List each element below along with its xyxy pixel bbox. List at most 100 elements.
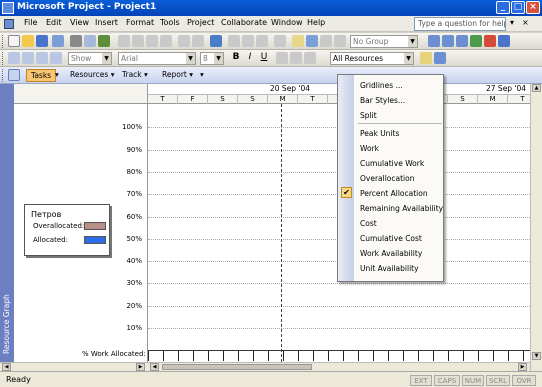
bold-icon[interactable]: B [230,52,242,64]
scroll-up-icon[interactable]: ▲ [532,84,541,92]
font-combo[interactable]: Arial ▼ [118,52,196,65]
align-center-icon[interactable] [290,52,302,64]
align-left-icon[interactable] [276,52,288,64]
scroll-left-icon[interactable]: ◀ [150,363,159,371]
notes-icon[interactable] [292,35,304,47]
spelling-icon[interactable] [98,35,110,47]
status-bar: Ready EXT CAPS NUM SCRL OVR [0,371,542,387]
size-combo[interactable]: 8 ▼ [200,52,224,65]
ctx-bar-styles[interactable]: Bar Styles... [338,92,443,107]
menu-edit[interactable]: Edit [46,18,62,27]
ctx-gridlines[interactable]: Gridlines ... [338,77,443,92]
redo-icon[interactable] [192,35,204,47]
indent-icon[interactable] [22,52,34,64]
toolbar-grip[interactable] [2,35,5,48]
scroll-right-icon[interactable]: ▶ [518,363,527,371]
options-icon[interactable] [498,35,510,47]
task-info-icon[interactable] [274,35,286,47]
align-right-icon[interactable] [304,52,316,64]
menu-project[interactable]: Project [187,18,214,27]
autofilter-icon[interactable] [420,52,432,64]
guide-toggle-icon[interactable] [8,69,20,81]
assign-resources-icon[interactable] [306,35,318,47]
group-combo[interactable]: No Group ▼ [350,35,418,48]
maximize-icon[interactable]: □ [511,1,525,14]
undo-icon[interactable] [178,35,190,47]
doc-close-icon[interactable]: × [522,18,529,27]
ctx-percent-allocation[interactable]: ✔ Percent Allocation [338,185,443,200]
ctx-overallocation[interactable]: Overallocation [338,170,443,185]
close-icon[interactable]: × [526,1,540,14]
ctx-peak-units[interactable]: Peak Units [338,125,443,140]
hyperlink-icon[interactable] [210,35,222,47]
print-icon[interactable] [70,35,82,47]
split-task-icon[interactable] [256,35,268,47]
goto-task-icon[interactable] [456,35,468,47]
link-tasks-icon[interactable] [228,35,240,47]
help-search-input[interactable]: Type a question for help [414,17,506,31]
hide-subtasks-icon[interactable] [50,52,62,64]
guide-track-button[interactable]: Track ▾ [118,69,152,82]
scroll-right-icon[interactable]: ▶ [136,363,145,371]
menu-file[interactable]: File [24,18,37,27]
toolbar-grip[interactable] [2,52,5,65]
minimize-icon[interactable]: _ [496,1,510,14]
ctx-unit-availability[interactable]: Unit Availability [338,260,443,275]
menu-collaborate[interactable]: Collaborate [221,18,267,27]
new-icon[interactable] [8,35,20,47]
chevron-down-icon[interactable]: ▾ [55,70,59,79]
ctx-work-availability[interactable]: Work Availability [338,245,443,260]
scroll-thumb[interactable] [162,364,312,370]
ctx-split[interactable]: Split [338,107,443,122]
ctx-remaining-availability[interactable]: Remaining Availability [338,200,443,215]
guide-tasks-button[interactable]: Tasks [26,69,57,82]
ctx-cost[interactable]: Cost [338,215,443,230]
filter-combo[interactable]: All Resources ▼ [330,52,414,65]
unlink-tasks-icon[interactable] [242,35,254,47]
ctx-work[interactable]: Work [338,140,443,155]
menu-tools[interactable]: Tools [160,18,180,27]
document-icon[interactable] [4,19,14,29]
view-label: Resource Graph [2,294,11,354]
zoom-in-icon[interactable] [428,35,440,47]
outdent-icon[interactable] [8,52,20,64]
ctx-cumulative-cost[interactable]: Cumulative Cost [338,230,443,245]
formatting-toolbar: Show ▼ Arial ▼ 8 ▼ B I U All Resources ▼ [0,50,542,67]
vertical-scrollbar[interactable]: ▲ ▼ [530,84,542,371]
search-icon[interactable] [52,35,64,47]
italic-icon[interactable]: I [244,52,256,64]
left-horizontal-scrollbar[interactable]: ◀ ▶ [0,362,148,371]
help-dropdown-icon[interactable]: ▾ [510,18,514,27]
ctx-cumulative-work[interactable]: Cumulative Work [338,155,443,170]
cut-icon[interactable] [118,35,130,47]
menu-window[interactable]: Window [271,18,303,27]
zoom-out-icon[interactable] [442,35,454,47]
underline-icon[interactable]: U [258,52,270,64]
copy-icon[interactable] [132,35,144,47]
chevron-down-icon[interactable]: ▾ [200,70,204,79]
format-painter-icon[interactable] [160,35,172,47]
scroll-left-icon[interactable]: ◀ [2,363,11,371]
right-horizontal-scrollbar[interactable]: ◀ ▶ [148,362,530,371]
guide-report-button[interactable]: Report ▾ [158,69,197,82]
help-icon[interactable] [484,35,496,47]
save-icon[interactable] [36,35,48,47]
toolbar-grip[interactable] [2,69,5,82]
open-icon[interactable] [22,35,34,47]
menu-help[interactable]: Help [307,18,325,27]
guide-track-label: Track [122,70,142,79]
menu-bar: File Edit View Insert Format Tools Proje… [0,16,542,32]
show-subtasks-icon[interactable] [36,52,48,64]
menu-view[interactable]: View [70,18,89,27]
guide-resources-button[interactable]: Resources ▾ [66,69,118,82]
scroll-down-icon[interactable]: ▼ [532,352,541,360]
show-combo[interactable]: Show ▼ [68,52,112,65]
copy-wizard-icon[interactable] [470,35,482,47]
publish-icon[interactable] [320,35,332,47]
print-preview-icon[interactable] [84,35,96,47]
menu-insert[interactable]: Insert [95,18,118,27]
copy-picture-icon[interactable] [334,35,346,47]
paste-icon[interactable] [146,35,158,47]
gantt-wizard-icon[interactable] [434,52,446,64]
menu-format[interactable]: Format [126,18,154,27]
